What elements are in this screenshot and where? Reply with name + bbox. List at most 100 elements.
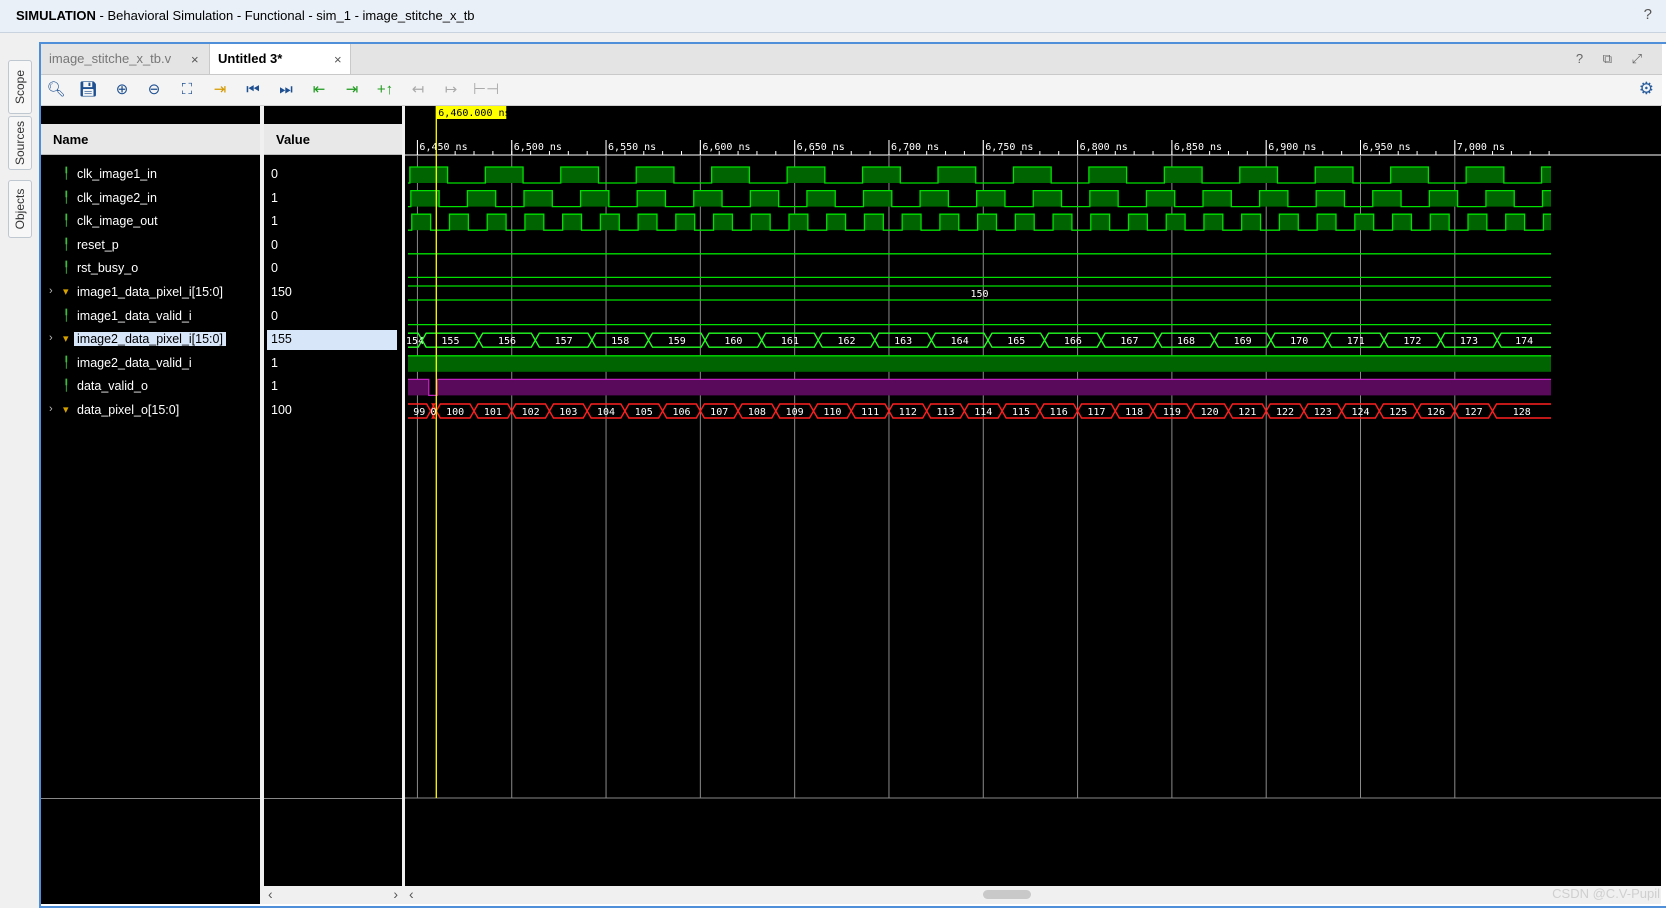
- value-horizontal-scrollbar[interactable]: ‹ ›: [264, 886, 402, 904]
- valid-high-fill: [408, 355, 1551, 372]
- scrollbar-thumb[interactable]: [983, 890, 1031, 899]
- clock-high-fill: [1203, 214, 1223, 231]
- clock-high-fill: [1485, 190, 1515, 207]
- signal-value-text: 1: [271, 355, 278, 370]
- window-controls-icons[interactable]: ? ⧉ ⤢: [1576, 51, 1650, 67]
- signal-value[interactable]: 1: [264, 377, 402, 397]
- value-column-header[interactable]: Value: [264, 124, 402, 155]
- clock-high-fill: [675, 214, 695, 231]
- previous-marker-icon[interactable]: ↤: [407, 79, 429, 101]
- close-icon[interactable]: ×: [191, 52, 199, 67]
- signal-row[interactable]: ╿ clk_image2_in: [41, 189, 260, 209]
- scroll-left-icon[interactable]: ‹: [268, 886, 273, 902]
- clock-high-fill: [1429, 190, 1458, 207]
- next-marker-icon[interactable]: ↦: [440, 79, 462, 101]
- side-panel-tabs: Scope Sources Objects: [0, 40, 38, 907]
- go-to-start-icon[interactable]: ⏮: [242, 79, 264, 101]
- clock-high-fill: [713, 214, 733, 231]
- signal-value[interactable]: 155: [267, 330, 397, 351]
- help-icon[interactable]: ?: [1644, 6, 1652, 23]
- add-marker-icon[interactable]: +↑: [374, 79, 396, 101]
- signal-value-text: 0: [271, 308, 278, 323]
- signal-value[interactable]: 1: [264, 354, 402, 374]
- time-tick-label: 6,650 ns: [797, 142, 845, 153]
- zoom-fit-icon[interactable]: ⛶: [176, 79, 198, 101]
- expand-chevron-icon[interactable]: ›: [49, 285, 53, 297]
- scroll-left-icon[interactable]: ‹: [409, 886, 414, 902]
- previous-transition-icon[interactable]: ⇤: [308, 79, 330, 101]
- side-tab-scope[interactable]: Scope: [8, 60, 32, 114]
- time-tick-label: 6,750 ns: [985, 142, 1033, 153]
- clock-high-fill: [751, 214, 771, 231]
- bus-value-label: 104: [597, 407, 615, 418]
- signal-row[interactable]: ╿ clk_image_out: [41, 212, 260, 232]
- signal-row[interactable]: ╿ data_valid_o: [41, 377, 260, 397]
- bus-value-label: 162: [837, 336, 855, 347]
- signal-value[interactable]: 1: [264, 212, 402, 232]
- valid-high-fill: [408, 379, 429, 396]
- bus-value-label: 112: [899, 407, 917, 418]
- expand-chevron-icon[interactable]: ›: [49, 403, 53, 415]
- close-icon[interactable]: ×: [334, 52, 342, 67]
- clock-high-fill: [1543, 214, 1551, 231]
- bus-value-label: 171: [1347, 336, 1365, 347]
- signal-value-text: 0: [271, 261, 278, 276]
- signal-row[interactable]: › ▾ image1_data_pixel_i[15:0]: [41, 283, 260, 303]
- bus-value-label: 122: [1276, 407, 1294, 418]
- signal-value[interactable]: 100: [264, 401, 402, 421]
- waveform-horizontal-scrollbar[interactable]: ‹: [405, 886, 1661, 904]
- waveform-svg[interactable]: 6,450 ns 6,500 ns 6,550 ns 6,600 ns 6,650 ns…: [405, 106, 1661, 886]
- signal-value[interactable]: 0: [264, 165, 402, 185]
- waveform-canvas[interactable]: 6,450 ns 6,500 ns 6,550 ns 6,600 ns 6,650 ns…: [405, 106, 1661, 904]
- clock-high-fill: [580, 190, 609, 207]
- tab-image-stitche-x-tb[interactable]: image_stitche_x_tb.v ×: [41, 44, 209, 74]
- signal-row[interactable]: ╿ rst_busy_o: [41, 259, 260, 279]
- signal-name: rst_busy_o: [77, 261, 139, 276]
- go-to-cursor-icon[interactable]: ⇥: [209, 79, 231, 101]
- save-icon[interactable]: 💾︎: [77, 79, 99, 101]
- window-title-bar: SIMULATION - Behavioral Simulation - Fun…: [0, 0, 1666, 33]
- name-column-header[interactable]: Name: [41, 124, 260, 155]
- side-tab-sources[interactable]: Sources: [8, 116, 32, 170]
- side-tab-objects[interactable]: Objects: [8, 180, 32, 238]
- signal-value[interactable]: 150: [264, 283, 402, 303]
- bus-value-label: 110: [823, 407, 841, 418]
- zoom-in-icon[interactable]: ⊕: [111, 79, 133, 101]
- time-tick-label: 6,850 ns: [1174, 142, 1222, 153]
- bus-value-label: 109: [786, 407, 804, 418]
- tab-untitled-3[interactable]: Untitled 3* ×: [209, 44, 351, 74]
- bit-signal-icon: ╿: [63, 380, 70, 393]
- tab-label: image_stitche_x_tb.v: [49, 51, 172, 66]
- clock-high-fill: [1390, 167, 1429, 183]
- signal-row[interactable]: ╿ reset_p: [41, 236, 260, 256]
- signal-value-text: 0: [271, 237, 278, 252]
- signal-row[interactable]: › ▾ data_pixel_o[15:0]: [41, 401, 260, 421]
- gear-icon[interactable]: ⚙: [1639, 79, 1654, 99]
- next-transition-icon[interactable]: ⇥: [341, 79, 363, 101]
- clock-high-fill: [562, 214, 582, 231]
- clock-high-fill: [638, 214, 657, 231]
- signal-value[interactable]: 0: [264, 236, 402, 256]
- bus-value-label: 99: [413, 407, 425, 418]
- signal-row[interactable]: ╿ image2_data_valid_i: [41, 354, 260, 374]
- signal-value[interactable]: 1: [264, 189, 402, 209]
- clock-high-fill: [977, 214, 997, 231]
- scroll-right-icon[interactable]: ›: [393, 886, 398, 902]
- signal-value[interactable]: 0: [264, 307, 402, 327]
- expand-chevron-icon[interactable]: ›: [49, 332, 53, 344]
- signal-row[interactable]: ╿ image1_data_valid_i: [41, 307, 260, 327]
- clock-high-fill: [467, 190, 496, 207]
- time-tick-label: 6,900 ns: [1268, 142, 1316, 153]
- swap-cursors-icon[interactable]: ⊢⊣: [473, 79, 499, 101]
- go-to-end-icon[interactable]: ⏭: [275, 79, 297, 101]
- bus-value-label: 157: [555, 336, 573, 347]
- signal-value[interactable]: 0: [264, 259, 402, 279]
- bus-value-label: 114: [974, 407, 992, 418]
- zoom-out-icon[interactable]: ⊖: [143, 79, 165, 101]
- clock-high-fill: [1541, 167, 1551, 183]
- signal-row[interactable]: ╿ clk_image1_in: [41, 165, 260, 185]
- signal-row[interactable]: › ▾ image2_data_pixel_i[15:0]: [41, 330, 260, 350]
- bus-value-label: 108: [748, 407, 766, 418]
- search-icon[interactable]: 🔍︎: [45, 79, 67, 101]
- bus-value-label: 158: [611, 336, 629, 347]
